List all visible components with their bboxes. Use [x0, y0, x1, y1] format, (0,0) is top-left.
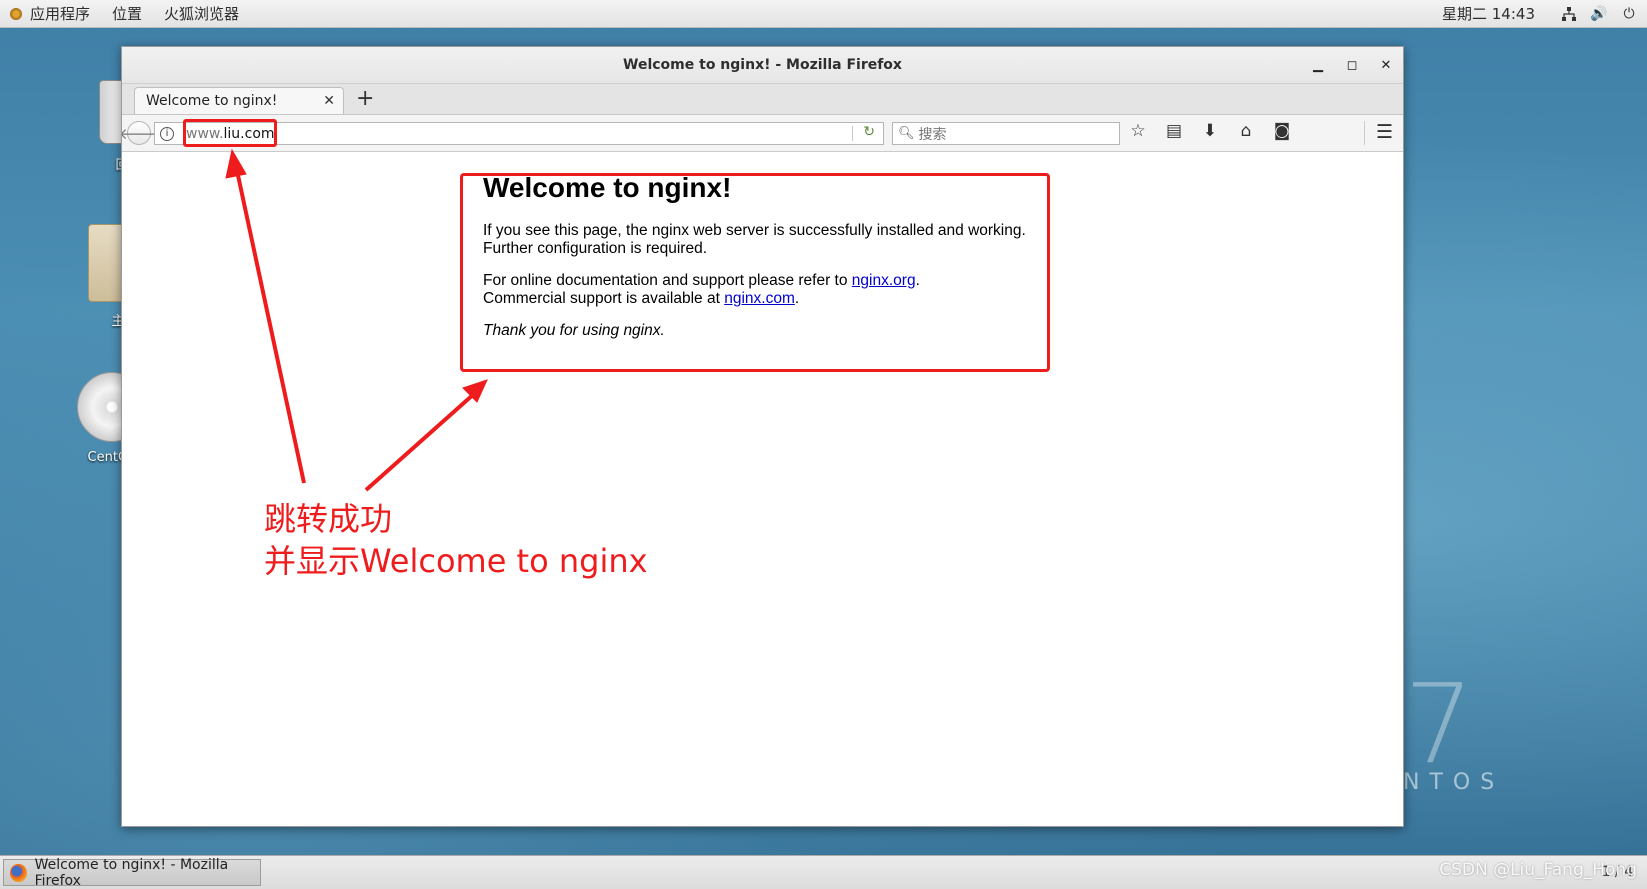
- annotation-content-box: [460, 173, 1050, 372]
- search-icon: 🔍︎: [898, 126, 915, 141]
- centos-brand-text: NTOS: [1403, 770, 1505, 795]
- new-tab-button[interactable]: +: [356, 86, 374, 112]
- taskbar-item-label: Welcome to nginx! - Mozilla Firefox: [34, 856, 229, 889]
- bookmark-star-icon[interactable]: ☆: [1128, 121, 1148, 141]
- tab-strip: Welcome to nginx! ✕ +: [122, 84, 1403, 115]
- annotation-text: 跳转成功 并显示Welcome to nginx: [264, 498, 648, 582]
- search-bar[interactable]: 🔍︎ 搜索: [892, 122, 1120, 145]
- window-title: Welcome to nginx! - Mozilla Firefox: [623, 57, 902, 73]
- home-icon[interactable]: ⌂: [1236, 121, 1256, 141]
- bottom-taskbar: Welcome to nginx! - Mozilla Firefox 1 / …: [0, 855, 1647, 889]
- menu-applications[interactable]: 应用程序: [19, 3, 101, 24]
- window-titlebar[interactable]: Welcome to nginx! - Mozilla Firefox ▁ ◻ …: [122, 47, 1403, 84]
- power-icon[interactable]: ⏻: [1621, 6, 1637, 22]
- minimize-button[interactable]: ▁: [1311, 58, 1325, 73]
- annotation-line-2: 并显示Welcome to nginx: [264, 542, 648, 580]
- taskbar-item-firefox[interactable]: Welcome to nginx! - Mozilla Firefox: [3, 856, 261, 889]
- toolbar-divider: [1364, 121, 1365, 145]
- annotation-url-box: [183, 119, 277, 147]
- volume-icon[interactable]: 🔊: [1590, 6, 1607, 22]
- navigation-toolbar: 🡐 i www.liu.com ↻ 🔍︎ 搜索 ☆ ▤ ⬇ ⌂ ◙ ☰: [122, 115, 1403, 152]
- tab-welcome-nginx[interactable]: Welcome to nginx! ✕: [134, 87, 344, 114]
- toolbar-icons: ☆ ▤ ⬇ ⌂ ◙: [1128, 121, 1292, 141]
- info-icon[interactable]: i: [160, 126, 174, 141]
- maximize-button[interactable]: ◻: [1345, 58, 1359, 73]
- panel-status-area: 星期二 14:43 🔊 ⏻: [1442, 0, 1637, 27]
- search-placeholder: 搜索: [918, 126, 947, 143]
- menu-firefox[interactable]: 火狐浏览器: [153, 3, 250, 24]
- url-separator: [852, 126, 853, 141]
- top-panel: 应用程序 位置 火狐浏览器 星期二 14:43 🔊 ⏻: [0, 0, 1647, 28]
- centos-seven-logo: 7: [1404, 660, 1474, 788]
- clock[interactable]: 星期二 14:43: [1442, 3, 1535, 24]
- close-button[interactable]: ✕: [1379, 58, 1393, 73]
- network-icon[interactable]: [1561, 6, 1577, 22]
- applications-icon[interactable]: [9, 7, 23, 21]
- window-controls: ▁ ◻ ✕: [1311, 47, 1393, 83]
- csdn-watermark: CSDN @Liu_Fang_Hong: [1439, 860, 1637, 880]
- pocket-icon[interactable]: ◙: [1272, 121, 1292, 141]
- download-icon[interactable]: ⬇: [1200, 121, 1220, 141]
- reload-icon[interactable]: ↻: [863, 124, 875, 140]
- tab-label: Welcome to nginx!: [146, 93, 278, 109]
- annotation-line-1: 跳转成功: [264, 500, 393, 538]
- tab-close-icon[interactable]: ✕: [323, 93, 335, 109]
- menu-places[interactable]: 位置: [101, 3, 153, 24]
- firefox-window: Welcome to nginx! - Mozilla Firefox ▁ ◻ …: [121, 46, 1404, 827]
- panel-menus: 应用程序 位置 火狐浏览器: [19, 0, 250, 27]
- bookmarks-list-icon[interactable]: ▤: [1164, 121, 1184, 141]
- firefox-icon: [10, 863, 27, 882]
- hamburger-menu-icon[interactable]: ☰: [1376, 121, 1393, 143]
- back-button[interactable]: 🡐: [122, 121, 159, 145]
